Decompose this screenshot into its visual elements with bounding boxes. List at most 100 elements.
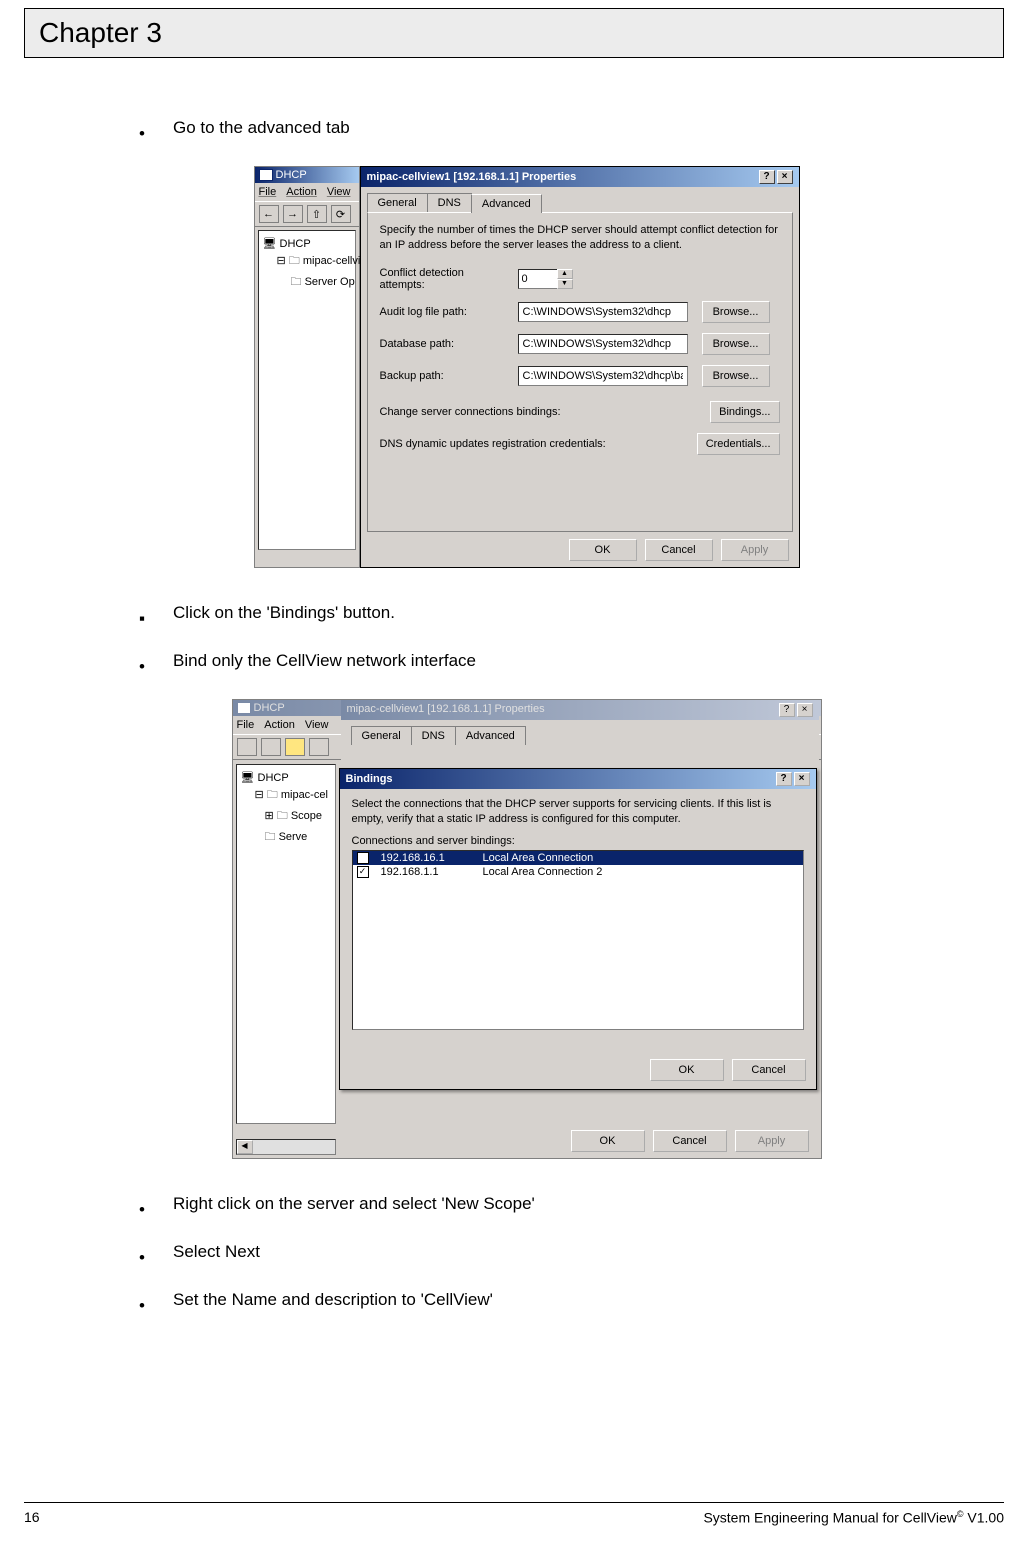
tab-general[interactable]: General bbox=[367, 193, 428, 212]
bindings-footer: OK Cancel bbox=[650, 1059, 806, 1081]
screenshot-advanced-tab: DHCP File Action View ← → ⇧ ⟳ 🖥 DHCP bbox=[139, 166, 914, 573]
tree-scope[interactable]: ⊞ 🗀 Scope bbox=[241, 807, 331, 826]
database-path-input[interactable] bbox=[518, 334, 688, 354]
bullet-text: Bind only the CellView network interface bbox=[173, 651, 476, 670]
apply-button[interactable]: Apply bbox=[735, 1130, 809, 1152]
conflict-label: Conflict detection attempts: bbox=[380, 267, 510, 291]
checkbox-icon[interactable]: ✓ bbox=[357, 866, 369, 878]
backup-path-input[interactable] bbox=[518, 366, 688, 386]
menu-view[interactable]: View bbox=[305, 719, 329, 731]
toolbar-forward-icon[interactable]: → bbox=[283, 205, 303, 223]
backdlg-title: mipac-cellview1 [192.168.1.1] Properties bbox=[347, 703, 545, 717]
ok-button[interactable]: OK bbox=[650, 1059, 724, 1081]
toolbar-up-icon[interactable]: ⇧ bbox=[307, 205, 327, 223]
help-button[interactable]: ? bbox=[779, 703, 795, 717]
cancel-button[interactable]: Cancel bbox=[732, 1059, 806, 1081]
tree-dhcp[interactable]: 🖥 DHCP bbox=[241, 771, 331, 784]
page-number: 16 bbox=[24, 1509, 40, 1526]
dhcp-icon bbox=[237, 702, 251, 714]
menu-action[interactable]: Action bbox=[286, 186, 317, 198]
backdlg-tabs: General DNS Advanced bbox=[341, 720, 819, 745]
tree-scrollbar[interactable]: ◀ bbox=[236, 1139, 336, 1155]
bullet-text: Set the Name and description to 'CellVie… bbox=[173, 1290, 493, 1309]
toolbar-forward-icon[interactable] bbox=[261, 738, 281, 756]
ok-button[interactable]: OK bbox=[571, 1130, 645, 1152]
backup-browse-button[interactable]: Browse... bbox=[702, 365, 770, 387]
help-button[interactable]: ? bbox=[776, 772, 792, 786]
menu-view[interactable]: View bbox=[327, 186, 351, 198]
audit-path-input[interactable] bbox=[518, 302, 688, 322]
apply-button[interactable]: Apply bbox=[721, 539, 789, 561]
bindings-button[interactable]: Bindings... bbox=[710, 401, 779, 423]
intro-text: Specify the number of times the DHCP ser… bbox=[380, 223, 780, 253]
close-button[interactable]: × bbox=[797, 703, 813, 717]
toolbar-back-icon[interactable]: ← bbox=[259, 205, 279, 223]
tab-general[interactable]: General bbox=[351, 726, 412, 745]
conflict-input[interactable] bbox=[518, 269, 558, 289]
page-footer: 16 System Engineering Manual for CellVie… bbox=[24, 1502, 1004, 1526]
credentials-button[interactable]: Credentials... bbox=[697, 433, 780, 455]
bindings-listbox[interactable]: 192.168.16.1 Local Area Connection ✓ 192… bbox=[352, 850, 804, 1030]
mmc2-tree[interactable]: 🖥 DHCP ⊟ 🗀 mipac-cel ⊞ 🗀 Scope 🗀 Serve bbox=[236, 764, 336, 1124]
binding-ip: 192.168.1.1 bbox=[381, 866, 471, 878]
spin-down-icon[interactable]: ▼ bbox=[557, 279, 573, 289]
help-button[interactable]: ? bbox=[759, 170, 775, 184]
tab-body: Specify the number of times the DHCP ser… bbox=[367, 212, 793, 532]
bullet-dot-icon: • bbox=[139, 124, 145, 144]
spin-up-icon[interactable]: ▲ bbox=[557, 269, 573, 279]
mmc-tree[interactable]: 🖥 DHCP ⊟ 🗀 mipac-cellview 🗀 Server Op bbox=[258, 230, 356, 550]
checkbox-icon[interactable] bbox=[357, 852, 369, 864]
mmc-window-2: DHCP File Action View 🖥 DHCP ⊟ � bbox=[232, 699, 822, 1159]
screenshot-bindings: DHCP File Action View 🖥 DHCP ⊟ � bbox=[139, 699, 914, 1164]
menu-action[interactable]: Action bbox=[264, 719, 295, 731]
tab-dns[interactable]: DNS bbox=[411, 726, 456, 745]
ok-button[interactable]: OK bbox=[569, 539, 637, 561]
tree-server[interactable]: ⊟ 🗀 mipac-cel bbox=[241, 786, 331, 805]
bullet-item: •Select Next bbox=[139, 1242, 914, 1262]
tab-advanced[interactable]: Advanced bbox=[471, 194, 542, 213]
dialog-footer: OK Cancel Apply bbox=[569, 539, 789, 561]
bindings-title: Bindings bbox=[346, 773, 393, 785]
cancel-button[interactable]: Cancel bbox=[645, 539, 713, 561]
tree-server[interactable]: ⊟ 🗀 mipac-cellview bbox=[263, 252, 351, 271]
doc-title: System Engineering Manual for CellView© … bbox=[703, 1509, 1004, 1526]
mmc2-title-text: DHCP bbox=[254, 702, 285, 714]
tab-advanced[interactable]: Advanced bbox=[455, 726, 526, 745]
toolbar-back-icon[interactable] bbox=[237, 738, 257, 756]
database-label: Database path: bbox=[380, 338, 510, 350]
bullet-text: Right click on the server and select 'Ne… bbox=[173, 1194, 535, 1213]
backup-label: Backup path: bbox=[380, 370, 510, 382]
mmc-toolbar: ← → ⇧ ⟳ bbox=[255, 201, 359, 227]
tab-dns[interactable]: DNS bbox=[427, 193, 472, 212]
bullet-dot-icon: • bbox=[139, 1296, 145, 1316]
bullet-text: Click on the 'Bindings' button. bbox=[173, 603, 395, 622]
bullet-item: •Bind only the CellView network interfac… bbox=[139, 651, 914, 671]
toolbar-refresh-icon[interactable]: ⟳ bbox=[331, 205, 351, 223]
audit-browse-button[interactable]: Browse... bbox=[702, 301, 770, 323]
mmc-title: DHCP bbox=[255, 167, 359, 183]
binding-row[interactable]: 192.168.16.1 Local Area Connection bbox=[353, 851, 803, 865]
database-browse-button[interactable]: Browse... bbox=[702, 333, 770, 355]
chapter-header: Chapter 3 bbox=[24, 8, 1004, 58]
conflict-spinner[interactable]: ▲▼ bbox=[518, 269, 573, 289]
backdlg-footer: OK Cancel Apply bbox=[571, 1130, 809, 1152]
mmc-menubar: File Action View bbox=[255, 183, 359, 201]
tree-server-opts[interactable]: 🗀 Serve bbox=[241, 828, 331, 847]
menu-file[interactable]: File bbox=[259, 186, 277, 198]
menu-file[interactable]: File bbox=[237, 719, 255, 731]
bullet-dot-icon: • bbox=[139, 657, 145, 677]
dialog-tabs: General DNS Advanced bbox=[361, 187, 799, 212]
tree-server-options[interactable]: 🗀 Server Op bbox=[263, 273, 351, 292]
toolbar-refresh-icon[interactable] bbox=[309, 738, 329, 756]
bullet-text: Go to the advanced tab bbox=[173, 118, 350, 137]
bullet-item: •Set the Name and description to 'CellVi… bbox=[139, 1290, 914, 1310]
toolbar-up-icon[interactable] bbox=[285, 738, 305, 756]
cancel-button[interactable]: Cancel bbox=[653, 1130, 727, 1152]
close-button[interactable]: × bbox=[794, 772, 810, 786]
audit-label: Audit log file path: bbox=[380, 306, 510, 318]
bullet-dot-icon: • bbox=[139, 1200, 145, 1220]
backdlg-titlebar: mipac-cellview1 [192.168.1.1] Properties… bbox=[341, 700, 819, 720]
tree-dhcp[interactable]: 🖥 DHCP bbox=[263, 237, 351, 250]
binding-row[interactable]: ✓ 192.168.1.1 Local Area Connection 2 bbox=[353, 865, 803, 879]
close-button[interactable]: × bbox=[777, 170, 793, 184]
